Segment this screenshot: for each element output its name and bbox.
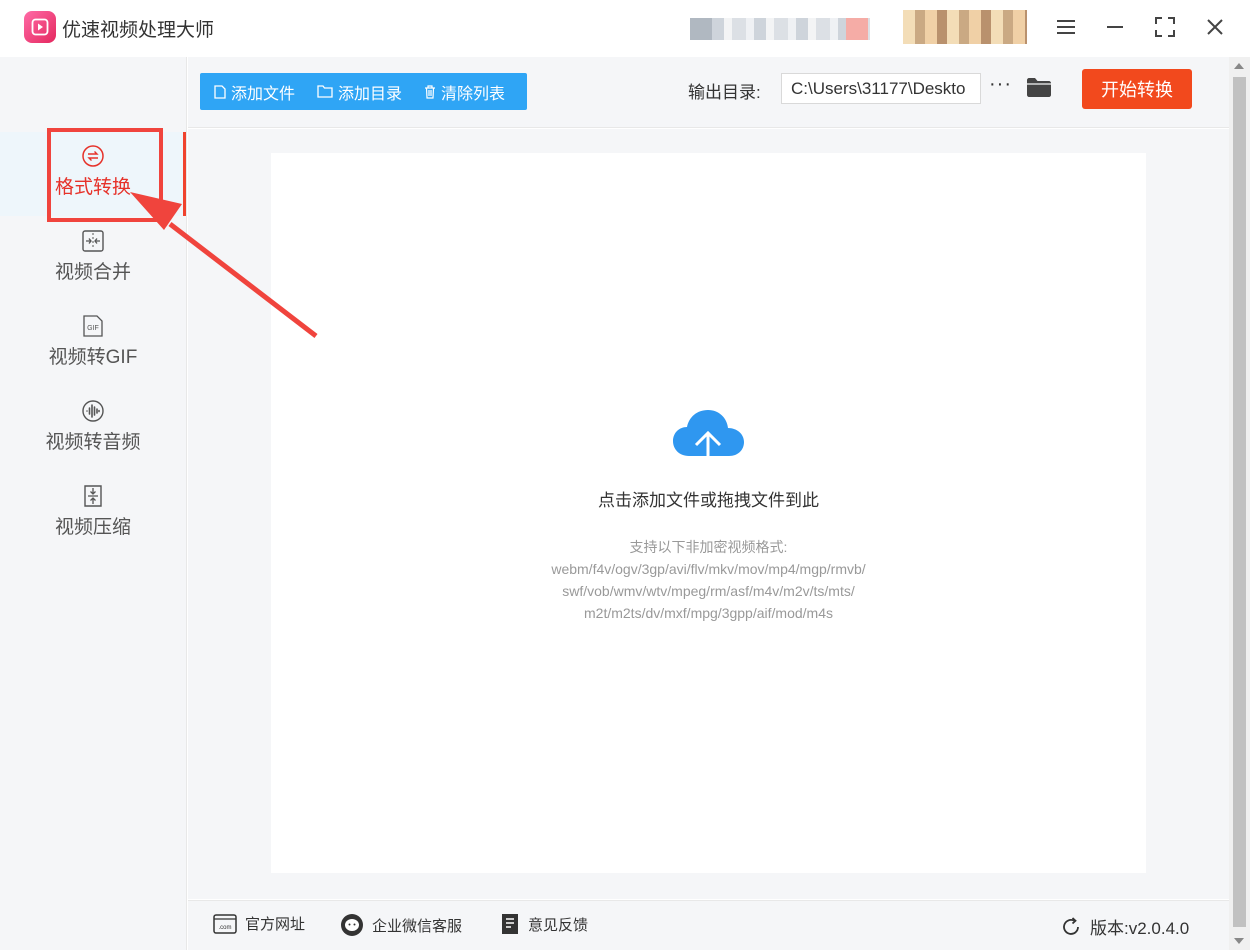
maximize-button[interactable]: [1150, 12, 1180, 42]
toolbar: 添加文件 添加目录 清除列表 输出目录: C:\Users\31177\Desk…: [188, 57, 1229, 128]
file-drop-zone[interactable]: 点击添加文件或拖拽文件到此 支持以下非加密视频格式: webm/f4v/ogv/…: [271, 153, 1146, 873]
clear-list-button[interactable]: 清除列表: [424, 80, 505, 104]
version-info[interactable]: 版本:v2.0.4.0: [1060, 914, 1189, 939]
trash-icon: [425, 84, 435, 99]
website-link[interactable]: .com 官方网址: [213, 913, 305, 934]
website-icon: .com: [213, 913, 237, 934]
app-window: 优速视频处理大师 格式转换 视频合并 GIF 视频转GIF 视频转音频 视频压缩…: [0, 0, 1250, 950]
merge-icon: [81, 227, 105, 255]
sidebar-item-audio[interactable]: 视频转音频: [0, 387, 186, 471]
title-bar: 优速视频处理大师: [0, 0, 1250, 57]
scrollbar-thumb[interactable]: [1233, 77, 1246, 927]
sidebar-item-compress[interactable]: 视频压缩: [0, 472, 186, 556]
feedback-link[interactable]: 意见反馈: [500, 913, 588, 935]
folder-outline-icon: [317, 85, 333, 98]
close-button[interactable]: [1200, 12, 1230, 42]
output-dir-label: 输出目录:: [688, 83, 761, 102]
blurred-account-info: [690, 18, 870, 40]
wechat-service-link[interactable]: 企业微信客服: [340, 913, 462, 937]
formats-line: m2t/m2ts/dv/mxf/mpg/3gpp/aif/mod/m4s: [584, 605, 833, 621]
svg-text:.com: .com: [218, 925, 231, 931]
scroll-down-icon[interactable]: [1234, 938, 1244, 944]
clear-list-label: 清除列表: [441, 85, 506, 103]
sidebar-item-gif[interactable]: GIF 视频转GIF: [0, 302, 186, 386]
fullscreen-icon: [1155, 17, 1175, 37]
app-title: 优速视频处理大师: [62, 20, 215, 41]
sidebar-item-label: 格式转换: [54, 177, 131, 198]
file-actions-group: 添加文件 添加目录 清除列表: [200, 73, 527, 110]
browse-more-button[interactable]: ···: [989, 73, 1012, 96]
add-file-button[interactable]: 添加文件: [214, 80, 295, 104]
gif-icon: GIF: [81, 312, 105, 340]
formats-line: webm/f4v/ogv/3gp/avi/flv/mkv/mov/mp4/mgp…: [551, 561, 866, 577]
sidebar-item-merge[interactable]: 视频合并: [0, 217, 186, 301]
website-label: 官方网址: [245, 916, 306, 933]
sidebar-item-label: 视频转GIF: [48, 347, 138, 368]
sidebar-item-label: 视频压缩: [54, 517, 131, 538]
active-indicator: [183, 132, 186, 216]
minimize-icon: [1107, 26, 1123, 28]
feedback-label: 意见反馈: [528, 916, 589, 934]
footer: .com 官方网址 企业微信客服 意见反馈 版本:v2.0.4.0: [188, 900, 1229, 950]
formats-label: 支持以下非加密视频格式:: [629, 539, 788, 555]
svg-text:GIF: GIF: [87, 325, 99, 332]
add-file-label: 添加文件: [231, 85, 296, 103]
hamburger-icon: [1057, 20, 1075, 34]
sidebar-item-label: 视频合并: [54, 262, 131, 283]
audio-icon: [81, 397, 105, 425]
blurred-avatar: [903, 10, 1027, 44]
formats-line: swf/vob/wmv/wtv/mpeg/rm/asf/m4v/m2v/ts/m…: [562, 583, 855, 599]
sidebar-item-format-convert[interactable]: 格式转换: [0, 132, 186, 216]
add-folder-button[interactable]: 添加目录: [317, 80, 402, 104]
output-dir-input[interactable]: C:\Users\31177\Deskto: [781, 73, 981, 104]
start-convert-button[interactable]: 开始转换: [1082, 69, 1192, 109]
cloud-upload-icon: [673, 410, 744, 472]
supported-formats: 支持以下非加密视频格式: webm/f4v/ogv/3gp/avi/flv/mk…: [271, 536, 1146, 624]
app-logo-icon: [24, 11, 56, 43]
wechat-label: 企业微信客服: [372, 917, 463, 935]
format-convert-icon: [81, 142, 105, 170]
minimize-button[interactable]: [1100, 12, 1130, 42]
vertical-scrollbar[interactable]: [1229, 57, 1250, 950]
refresh-icon: [1063, 916, 1079, 935]
sidebar-item-label: 视频转音频: [45, 432, 141, 453]
sidebar: 格式转换 视频合并 GIF 视频转GIF 视频转音频 视频压缩: [0, 57, 187, 950]
menu-button[interactable]: [1051, 12, 1081, 42]
drop-zone-title: 点击添加文件或拖拽文件到此: [598, 491, 819, 510]
wechat-icon: [341, 914, 363, 936]
open-folder-icon[interactable]: [1026, 77, 1052, 103]
add-folder-label: 添加目录: [338, 85, 403, 103]
compress-icon: [81, 482, 105, 510]
version-label: 版本:v2.0.4.0: [1090, 919, 1190, 938]
file-icon: [214, 84, 226, 99]
scroll-up-icon[interactable]: [1234, 63, 1244, 69]
feedback-icon: [502, 914, 518, 934]
close-icon: [1207, 19, 1223, 35]
main-panel: 点击添加文件或拖拽文件到此 支持以下非加密视频格式: webm/f4v/ogv/…: [188, 129, 1229, 899]
